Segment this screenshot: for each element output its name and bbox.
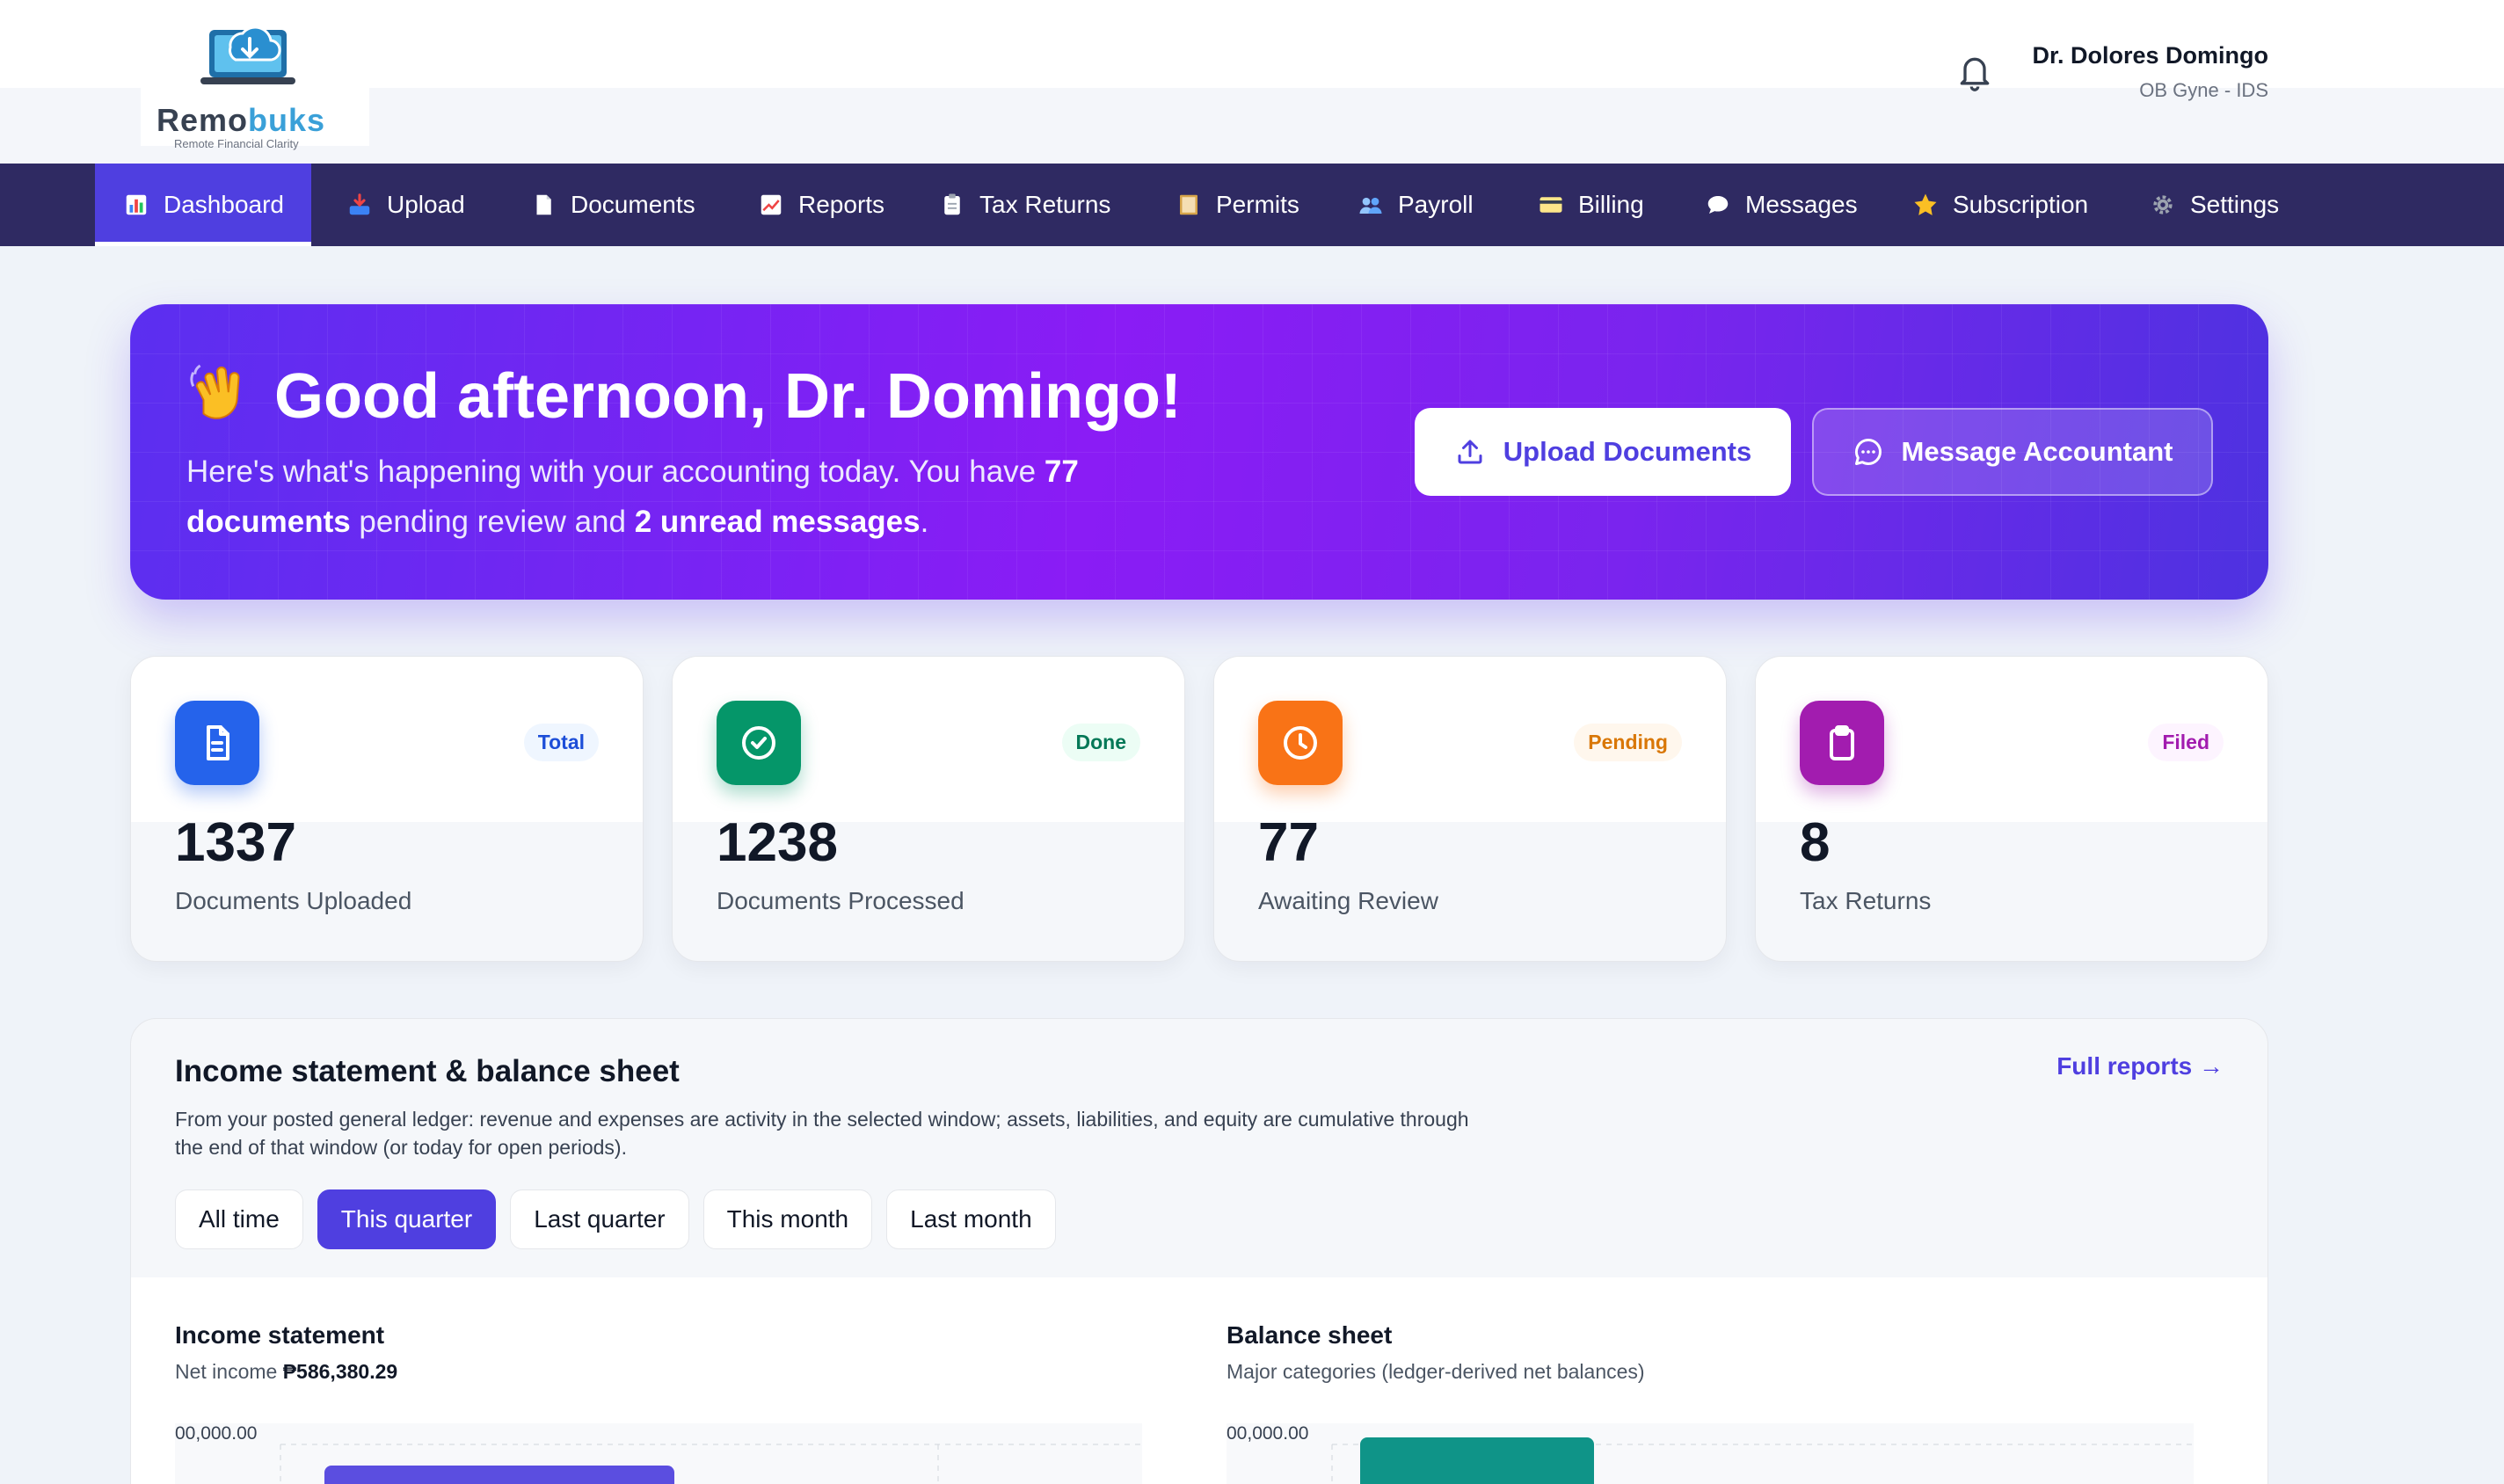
- app-header: Remobuks Remote Financial Clarity Dr. Do…: [0, 0, 2504, 164]
- financial-summary-panel: Income statement & balance sheet Full re…: [130, 1018, 2268, 1484]
- brand-tagline: Remote Financial Clarity: [174, 137, 299, 150]
- income-chart-grid: [280, 1444, 1142, 1484]
- user-name[interactable]: Dr. Dolores Domingo: [2032, 42, 2268, 69]
- unread-messages-count: 2 unread messages: [634, 505, 921, 539]
- period-tabs: All time This quarter Last quarter This mon…: [175, 1189, 1056, 1249]
- nav-item-label: Upload: [387, 191, 465, 218]
- panel-title: Income statement & balance sheet: [175, 1054, 680, 1088]
- nav-item-settings[interactable]: Settings: [2122, 164, 2307, 246]
- balance-sheet-title: Balance sheet: [1227, 1321, 1393, 1349]
- stat-label: Tax Returns: [1800, 887, 1932, 914]
- stat-value: 77: [1258, 812, 1319, 873]
- document-icon: [175, 701, 259, 785]
- balance-chart-grid: [1331, 1437, 2194, 1484]
- nav-item-label: Permits: [1216, 191, 1299, 218]
- balance-bar[interactable]: [1360, 1437, 1594, 1484]
- chat-bubble-icon: [1854, 439, 1882, 466]
- panel-description: From your posted general ledger: revenue…: [175, 1108, 1469, 1159]
- nav-item-label: Documents: [571, 191, 695, 218]
- greeting-text: Good afternoon, Dr. Domingo!: [274, 361, 1182, 432]
- tab-this-quarter[interactable]: This quarter: [317, 1189, 497, 1249]
- inbox-tray-icon: [346, 192, 373, 218]
- people-icon: [1358, 192, 1384, 218]
- greeting-heading: Good afternoon, Dr. Domingo!: [186, 360, 1182, 433]
- nav-item-reports[interactable]: Reports: [730, 164, 913, 246]
- nav-item-permits[interactable]: Permits: [1147, 164, 1328, 246]
- stat-card-documents-uploaded[interactable]: Total 1337 Documents Uploaded: [130, 656, 644, 962]
- clipboard-icon: [939, 192, 965, 218]
- tab-this-month[interactable]: This month: [702, 1189, 873, 1249]
- full-reports-link[interactable]: Full reports →: [2056, 1052, 2224, 1080]
- laptop-cloud-logo-icon: [200, 25, 295, 84]
- net-income: Net income ₱586,380.29: [175, 1360, 398, 1383]
- balance-chart: 00,000.00: [1227, 1423, 2194, 1484]
- stat-label: Documents Uploaded: [175, 887, 412, 914]
- nav-item-label: Reports: [798, 191, 885, 218]
- nav-item-label: Dashboard: [164, 191, 284, 218]
- stat-label: Awaiting Review: [1258, 887, 1438, 914]
- income-statement-title: Income statement: [175, 1321, 385, 1349]
- income-chart: 00,000.00: [175, 1423, 1142, 1484]
- upload-documents-button[interactable]: Upload Documents: [1415, 408, 1791, 496]
- star-icon: [1912, 192, 1939, 218]
- status-badge: Pending: [1574, 724, 1682, 761]
- stat-value: 8: [1800, 812, 1831, 873]
- nav-item-tax-returns[interactable]: Tax Returns: [911, 164, 1139, 246]
- nav-item-payroll[interactable]: Payroll: [1329, 164, 1502, 246]
- brand-logo[interactable]: Remobuks Remote Financial Clarity: [141, 5, 369, 150]
- ledger-icon: [1176, 192, 1202, 218]
- welcome-banner: Good afternoon, Dr. Domingo! Here's what…: [130, 304, 2268, 600]
- balance-sheet-subtitle: Major categories (ledger-derived net bal…: [1227, 1360, 1645, 1383]
- speech-bubble-icon: [1705, 192, 1731, 218]
- nav-item-label: Payroll: [1398, 191, 1474, 218]
- nav-item-label: Tax Returns: [979, 191, 1111, 218]
- credit-card-icon: [1538, 192, 1564, 218]
- nav-item-label: Settings: [2190, 191, 2280, 218]
- balance-sheet-section: Balance sheet Major categories (ledger-d…: [1227, 1321, 2229, 1484]
- stat-card-tax-returns[interactable]: Filed 8 Tax Returns: [1755, 656, 2268, 962]
- tab-all-time[interactable]: All time: [175, 1189, 303, 1249]
- page-icon: [530, 192, 557, 218]
- greeting-summary: Here's what's happening with your accoun…: [186, 455, 1079, 539]
- chart-increasing-icon: [758, 192, 784, 218]
- chart-icon: [123, 192, 149, 218]
- status-badge: Total: [523, 724, 599, 761]
- nav-item-label: Billing: [1578, 191, 1644, 218]
- bell-icon[interactable]: [1955, 51, 1994, 93]
- gear-icon: [2150, 192, 2176, 218]
- income-bar[interactable]: [324, 1466, 674, 1484]
- clipboard-icon: [1800, 701, 1884, 785]
- message-accountant-button[interactable]: Message Accountant: [1812, 408, 2213, 496]
- user-role: OB Gyne - IDS: [2139, 79, 2268, 101]
- nav-item-subscription[interactable]: Subscription: [1884, 164, 2116, 246]
- stat-card-documents-processed[interactable]: Done 1238 Documents Processed: [672, 656, 1185, 962]
- stat-value: 1337: [175, 812, 296, 873]
- nav-item-upload[interactable]: Upload: [318, 164, 493, 246]
- tab-last-month[interactable]: Last month: [886, 1189, 1056, 1249]
- net-income-value: ₱586,380.29: [282, 1360, 398, 1383]
- nav-item-billing[interactable]: Billing: [1510, 164, 1672, 246]
- stat-label: Documents Processed: [717, 887, 964, 914]
- charts-area: Income statement Net income ₱586,380.29 …: [131, 1277, 2267, 1484]
- check-circle-icon: [717, 701, 801, 785]
- nav-item-label: Messages: [1745, 191, 1858, 218]
- status-badge: Done: [1061, 724, 1140, 761]
- main-nav: Dashboard Upload Documents Reports Tax Retur…: [0, 164, 2504, 246]
- nav-item-label: Subscription: [1953, 191, 2089, 218]
- waving-hand-icon: [190, 364, 240, 419]
- nav-item-dashboard[interactable]: Dashboard: [95, 164, 311, 246]
- header-band: [0, 88, 2504, 164]
- clock-icon: [1258, 701, 1343, 785]
- brand-name: Remobuks: [156, 102, 326, 138]
- tab-last-quarter[interactable]: Last quarter: [510, 1189, 689, 1249]
- nav-item-messages[interactable]: Messages: [1677, 164, 1886, 246]
- nav-item-documents[interactable]: Documents: [502, 164, 724, 246]
- income-statement-section: Income statement Net income ₱586,380.29 …: [175, 1321, 1177, 1484]
- stat-value: 1238: [717, 812, 838, 873]
- stat-card-awaiting-review[interactable]: Pending 77 Awaiting Review: [1213, 656, 1727, 962]
- upload-icon: [1458, 440, 1482, 464]
- status-badge: Filed: [2148, 724, 2224, 761]
